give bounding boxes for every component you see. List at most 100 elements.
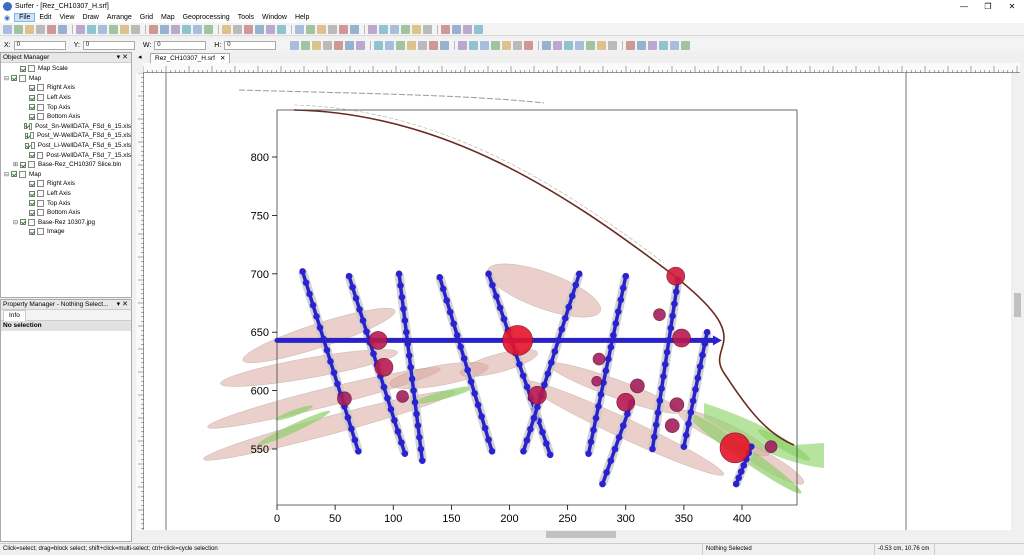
- concentration-bubble[interactable]: [337, 391, 352, 407]
- toolbar-tool-icon[interactable]: [290, 40, 300, 50]
- toolbar-tool-icon[interactable]: [374, 40, 384, 50]
- concentration-bubble[interactable]: [630, 378, 645, 394]
- toolbar-tool-icon[interactable]: [412, 24, 421, 34]
- concentration-bubble[interactable]: [669, 397, 685, 412]
- visibility-checkbox[interactable]: [29, 113, 35, 120]
- visibility-checkbox[interactable]: [29, 228, 35, 235]
- visibility-checkbox[interactable]: [29, 209, 35, 216]
- tree-item[interactable]: ⊟ Map: [1, 74, 131, 84]
- menu-tools[interactable]: Tools: [234, 14, 258, 21]
- toolbar-tool-icon[interactable]: [452, 24, 461, 34]
- tree-item[interactable]: Image: [1, 227, 131, 237]
- toolbar-tool-icon[interactable]: [58, 24, 67, 34]
- tree-expander-icon[interactable]: ⊟: [4, 75, 10, 82]
- toolbar-tool-icon[interactable]: [637, 40, 647, 50]
- toolbar-tool-icon[interactable]: [301, 40, 311, 50]
- concentration-bubble[interactable]: [664, 418, 680, 433]
- toolbar-tool-icon[interactable]: [193, 24, 202, 34]
- toolbar-tool-icon[interactable]: [681, 40, 691, 50]
- vertical-scrollbar[interactable]: [1011, 73, 1024, 539]
- tree-item[interactable]: Map Scale: [1, 64, 131, 74]
- toolbar-tool-icon[interactable]: [379, 24, 388, 34]
- toolbar-tool-icon[interactable]: [597, 40, 607, 50]
- visibility-checkbox[interactable]: [24, 132, 29, 139]
- visibility-checkbox[interactable]: [20, 161, 26, 168]
- toolbar-tool-icon[interactable]: [131, 24, 140, 34]
- toolbar-tool-icon[interactable]: [98, 24, 107, 34]
- toolbar-tool-icon[interactable]: [334, 40, 344, 50]
- tree-item[interactable]: Bottom Axis: [1, 112, 131, 122]
- toolbar-tool-icon[interactable]: [339, 24, 348, 34]
- menu-map[interactable]: Map: [157, 14, 179, 21]
- toolbar-tool-icon[interactable]: [120, 24, 129, 34]
- toolbar-tool-icon[interactable]: [76, 24, 85, 34]
- toolbar-tool-icon[interactable]: [564, 40, 574, 50]
- toolbar-tool-icon[interactable]: [255, 24, 264, 34]
- tree-item[interactable]: Post_W-WellDATA_FSd_6_15.xls: [1, 131, 131, 141]
- tree-item[interactable]: Post_Sn-WellDATA_FSd_6_15.xls: [1, 122, 131, 132]
- toolbar-tool-icon[interactable]: [502, 40, 512, 50]
- toolbar-tool-icon[interactable]: [575, 40, 585, 50]
- tree-item[interactable]: Right Axis: [1, 83, 131, 93]
- restore-button[interactable]: ❐: [976, 0, 1000, 12]
- w-input[interactable]: 0: [154, 40, 207, 50]
- toolbar-tool-icon[interactable]: [423, 24, 432, 34]
- concentration-bubble[interactable]: [396, 390, 409, 403]
- toolbar-tool-icon[interactable]: [25, 24, 34, 34]
- toolbar-tool-icon[interactable]: [3, 24, 12, 34]
- toolbar-tool-icon[interactable]: [407, 40, 417, 50]
- vertical-scroll-thumb[interactable]: [1014, 293, 1021, 317]
- close-window-button[interactable]: ✕: [1000, 0, 1024, 12]
- tree-item[interactable]: Left Axis: [1, 93, 131, 103]
- toolbar-tool-icon[interactable]: [608, 40, 618, 50]
- toolbar-tool-icon[interactable]: [385, 40, 395, 50]
- visibility-checkbox[interactable]: [29, 190, 35, 197]
- toolbar-tool-icon[interactable]: [182, 24, 191, 34]
- toolbar-tool-icon[interactable]: [149, 24, 158, 34]
- minimize-button[interactable]: —: [952, 0, 976, 12]
- close-tab-icon[interactable]: ✕: [220, 54, 225, 63]
- toolbar-tool-icon[interactable]: [171, 24, 180, 34]
- toolbar-tool-icon[interactable]: [368, 24, 377, 34]
- tree-item[interactable]: Left Axis: [1, 189, 131, 199]
- tree-item[interactable]: ⊟ Base-Rez 10307.jpg: [1, 218, 131, 228]
- tree-item[interactable]: Post-WellDATA_FSd_7_15.xls: [1, 150, 131, 160]
- toolbar-tool-icon[interactable]: [626, 40, 636, 50]
- visibility-checkbox[interactable]: [29, 84, 35, 91]
- visibility-checkbox[interactable]: [28, 152, 35, 159]
- toolbar-tool-icon[interactable]: [441, 24, 450, 34]
- toolbar-tool-icon[interactable]: [317, 24, 326, 34]
- concentration-bubble[interactable]: [591, 375, 602, 387]
- concentration-bubble[interactable]: [592, 352, 606, 366]
- visibility-checkbox[interactable]: [25, 142, 29, 149]
- concentration-bubble[interactable]: [719, 432, 751, 464]
- toolbar-tool-icon[interactable]: [440, 40, 450, 50]
- concentration-bubble[interactable]: [502, 325, 533, 356]
- toolbar-tool-icon[interactable]: [396, 40, 406, 50]
- toolbar-tool-icon[interactable]: [659, 40, 669, 50]
- toolbar-tool-icon[interactable]: [401, 24, 410, 34]
- toolbar-tool-icon[interactable]: [160, 24, 169, 34]
- visibility-checkbox[interactable]: [29, 180, 35, 187]
- toolbar-tool-icon[interactable]: [14, 24, 23, 34]
- menu-draw[interactable]: Draw: [79, 14, 103, 21]
- x-input[interactable]: 0: [13, 40, 66, 50]
- toolbar-tool-icon[interactable]: [418, 40, 428, 50]
- toolbar-tool-icon[interactable]: [87, 24, 96, 34]
- tree-item[interactable]: Post_Li-WellDATA_FSd_6_15.xls: [1, 141, 131, 151]
- h-input[interactable]: 0: [224, 40, 277, 50]
- menu-view[interactable]: View: [55, 14, 78, 21]
- toolbar-tool-icon[interactable]: [345, 40, 355, 50]
- toolbar-tool-icon[interactable]: [542, 40, 552, 50]
- tree-expander-icon[interactable]: ⊟: [13, 219, 19, 226]
- visibility-checkbox[interactable]: [29, 104, 35, 111]
- pin-icon[interactable]: ▾ ✕: [117, 300, 128, 309]
- tree-expander-icon[interactable]: ⊞: [13, 161, 19, 168]
- toolbar-tool-icon[interactable]: [463, 24, 472, 34]
- toolbar-tool-icon[interactable]: [350, 24, 359, 34]
- tree-item[interactable]: Top Axis: [1, 198, 131, 208]
- visibility-checkbox[interactable]: [11, 75, 17, 82]
- toolbar-tool-icon[interactable]: [458, 40, 468, 50]
- y-input[interactable]: 0: [82, 40, 135, 50]
- visibility-checkbox[interactable]: [29, 200, 35, 207]
